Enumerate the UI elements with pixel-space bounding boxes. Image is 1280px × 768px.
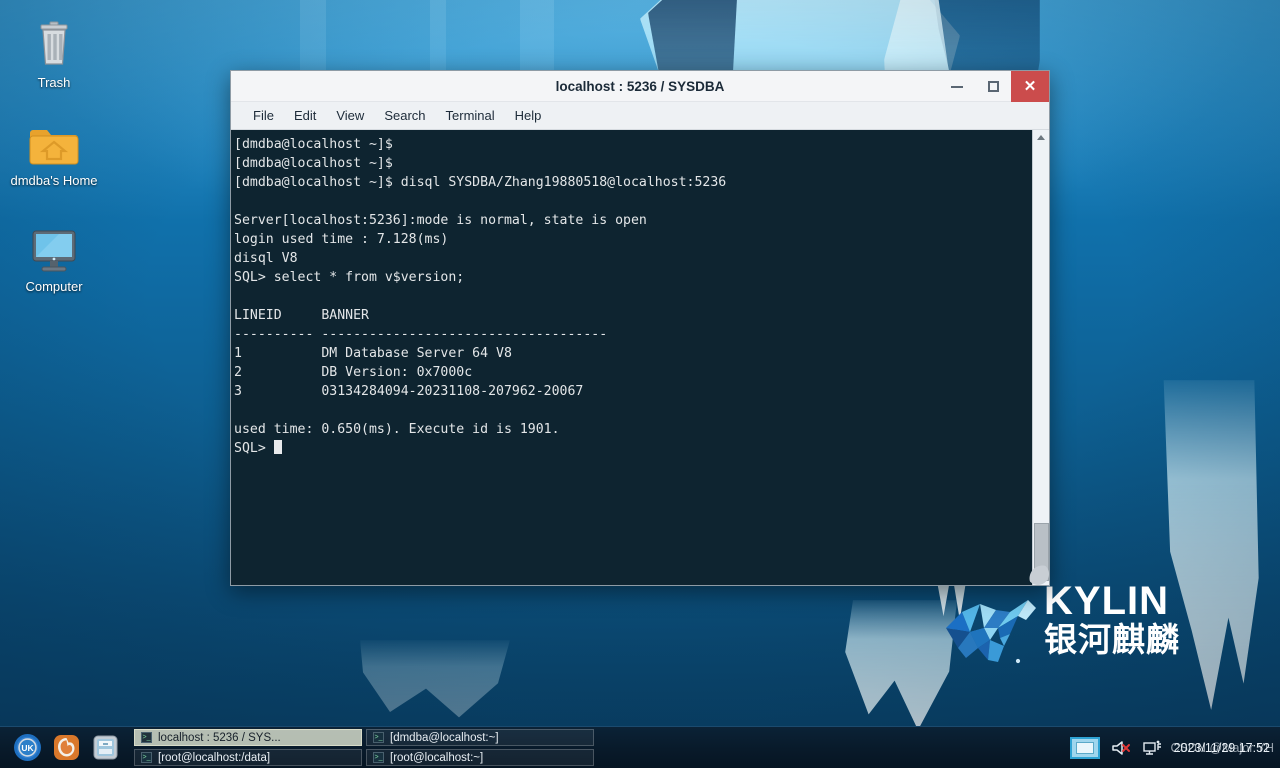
terminal-line: disql V8	[234, 249, 1032, 268]
terminal-line: used time: 0.650(ms). Execute id is 1901…	[234, 420, 1032, 439]
terminal-line: login used time : 7.128(ms)	[234, 230, 1032, 249]
svg-text:UK: UK	[21, 743, 34, 753]
show-desktop-icon	[1076, 742, 1094, 754]
taskbar-clock[interactable]: 2023/11/29 17:52	[1174, 741, 1272, 755]
terminal-line	[234, 401, 1032, 420]
task-button[interactable]: >_ [root@localhost:~]	[366, 749, 594, 766]
task-button-label: [dmdba@localhost:~]	[390, 732, 499, 744]
desktop-icon-label: Computer	[0, 279, 108, 295]
kylin-logo-text: KYLIN 银河麒麟	[1044, 580, 1180, 658]
task-button[interactable]: >_ [dmdba@localhost:~]	[366, 729, 594, 746]
terminal-icon: >_	[373, 732, 384, 743]
terminal-line: SQL>	[234, 439, 1032, 458]
desktop-icon-trash[interactable]: Trash	[0, 14, 108, 91]
window-controls: ✕	[939, 71, 1049, 102]
taskbar-launchers: UK	[0, 733, 120, 763]
kylin-logo-cn: 银河麒麟	[1044, 622, 1180, 658]
task-button-label: [root@localhost:~]	[390, 752, 483, 764]
terminal-line: 3 03134284094-20231108-207962-20067	[234, 382, 1032, 401]
task-button-label: [root@localhost:/data]	[158, 752, 270, 764]
scroll-up-arrow-icon[interactable]	[1033, 130, 1050, 145]
maximize-button[interactable]	[975, 71, 1011, 102]
terminal-line: LINEID BANNER	[234, 306, 1032, 325]
desktop-icon-computer[interactable]: Computer	[0, 218, 108, 295]
menu-item-file[interactable]: File	[243, 105, 284, 126]
desktop-icon-home[interactable]: dmdba's Home	[0, 112, 108, 189]
menu-item-terminal[interactable]: Terminal	[436, 105, 505, 126]
terminal-line	[234, 287, 1032, 306]
task-button[interactable]: >_ [root@localhost:/data]	[134, 749, 362, 766]
menu-item-edit[interactable]: Edit	[284, 105, 326, 126]
terminal-output[interactable]: [dmdba@localhost ~]$[dmdba@localhost ~]$…	[231, 130, 1032, 585]
computer-icon	[0, 218, 108, 274]
firefox-launcher[interactable]	[51, 733, 81, 763]
window-resize-grip[interactable]	[1027, 563, 1049, 585]
task-column: >_ [dmdba@localhost:~] >_ [root@localhos…	[366, 729, 594, 766]
terminal-body[interactable]: [dmdba@localhost ~]$[dmdba@localhost ~]$…	[231, 130, 1049, 585]
kylin-logo-en: KYLIN	[1044, 580, 1180, 622]
window-title: localhost : 5236 / SYSDBA	[556, 79, 725, 94]
menu-item-search[interactable]: Search	[374, 105, 435, 126]
close-button[interactable]: ✕	[1011, 71, 1049, 102]
menu-bar[interactable]: File Edit View Search Terminal Help	[231, 102, 1049, 130]
menu-item-view[interactable]: View	[326, 105, 374, 126]
terminal-icon: >_	[141, 752, 152, 763]
desktop-icon-label: Trash	[0, 75, 108, 91]
kylin-qilin-icon	[940, 582, 1040, 666]
system-tray[interactable]: 2023/11/29 17:52 CSDN @Major YH	[1070, 737, 1280, 759]
taskbar[interactable]: UK >_ localhost : 5236 / SYS...	[0, 726, 1280, 768]
network-icon[interactable]	[1142, 738, 1164, 758]
taskbar-task-list[interactable]: >_ localhost : 5236 / SYS... >_ [root@lo…	[134, 729, 594, 766]
show-desktop-button[interactable]	[1070, 737, 1100, 759]
start-menu-button[interactable]: UK	[12, 733, 42, 763]
volume-muted-icon[interactable]	[1110, 738, 1132, 758]
firefox-icon	[53, 734, 80, 761]
file-manager-launcher[interactable]	[90, 733, 120, 763]
task-column: >_ localhost : 5236 / SYS... >_ [root@lo…	[134, 729, 362, 766]
minimize-button[interactable]	[939, 71, 975, 102]
file-manager-icon	[92, 734, 119, 761]
folder-home-icon	[0, 112, 108, 168]
terminal-line: [dmdba@localhost ~]$ disql SYSDBA/Zhang1…	[234, 173, 1032, 192]
task-button-label: localhost : 5236 / SYS...	[158, 732, 281, 744]
terminal-line: 2 DB Version: 0x7000c	[234, 363, 1032, 382]
task-button[interactable]: >_ localhost : 5236 / SYS...	[134, 729, 362, 746]
minimize-icon	[951, 86, 963, 88]
menu-item-help[interactable]: Help	[505, 105, 552, 126]
trash-icon	[0, 14, 108, 70]
desktop-icon-label: dmdba's Home	[0, 173, 108, 189]
window-titlebar[interactable]: localhost : 5236 / SYSDBA ✕	[231, 71, 1049, 102]
maximize-icon	[988, 81, 999, 92]
close-icon: ✕	[1024, 79, 1037, 94]
kylin-start-icon: UK	[13, 733, 42, 762]
terminal-line	[234, 192, 1032, 211]
terminal-line: ---------- -----------------------------…	[234, 325, 1032, 344]
terminal-icon: >_	[373, 752, 384, 763]
terminal-line: Server[localhost:5236]:mode is normal, s…	[234, 211, 1032, 230]
terminal-window[interactable]: localhost : 5236 / SYSDBA ✕ File Edit Vi…	[230, 70, 1050, 586]
terminal-cursor	[274, 440, 282, 454]
terminal-line: [dmdba@localhost ~]$	[234, 154, 1032, 173]
kylin-brand-logo: KYLIN 银河麒麟	[940, 578, 1190, 670]
terminal-scrollbar[interactable]	[1032, 130, 1049, 585]
terminal-line: SQL> select * from v$version;	[234, 268, 1032, 287]
terminal-icon: >_	[141, 732, 152, 743]
terminal-line: 1 DM Database Server 64 V8	[234, 344, 1032, 363]
terminal-line: [dmdba@localhost ~]$	[234, 135, 1032, 154]
